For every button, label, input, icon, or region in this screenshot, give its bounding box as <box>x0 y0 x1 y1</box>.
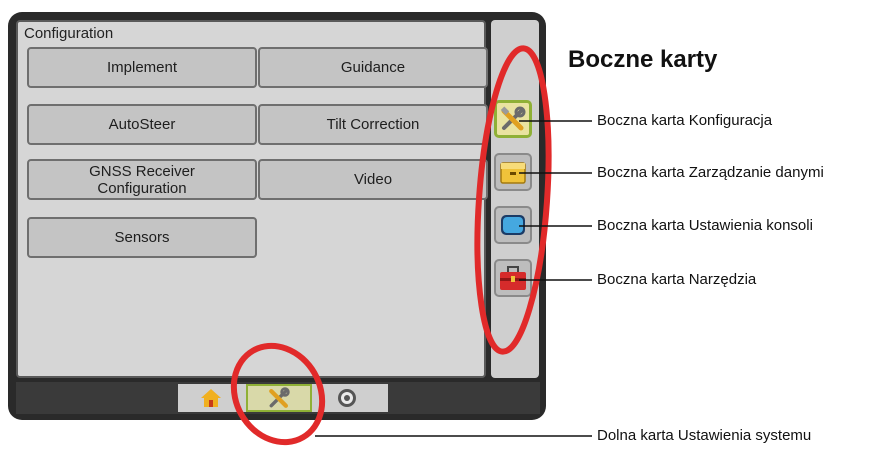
bottom-tab-highlight-ring <box>230 342 326 446</box>
callout-tools-tab: Boczna karta Narzędzia <box>597 271 757 288</box>
callout-configuration-tab: Boczna karta Konfiguracja <box>597 112 773 129</box>
side-tabs-highlight-ring <box>474 45 552 355</box>
callout-system-setup-tab: Dolna karta Ustawienia systemu <box>597 427 812 444</box>
callout-console-settings-tab: Boczna karta Ustawienia konsoli <box>597 217 813 234</box>
annotation-heading: Boczne karty <box>568 46 718 73</box>
callout-data-management-tab: Boczna karta Zarządzanie danymi <box>597 164 824 181</box>
